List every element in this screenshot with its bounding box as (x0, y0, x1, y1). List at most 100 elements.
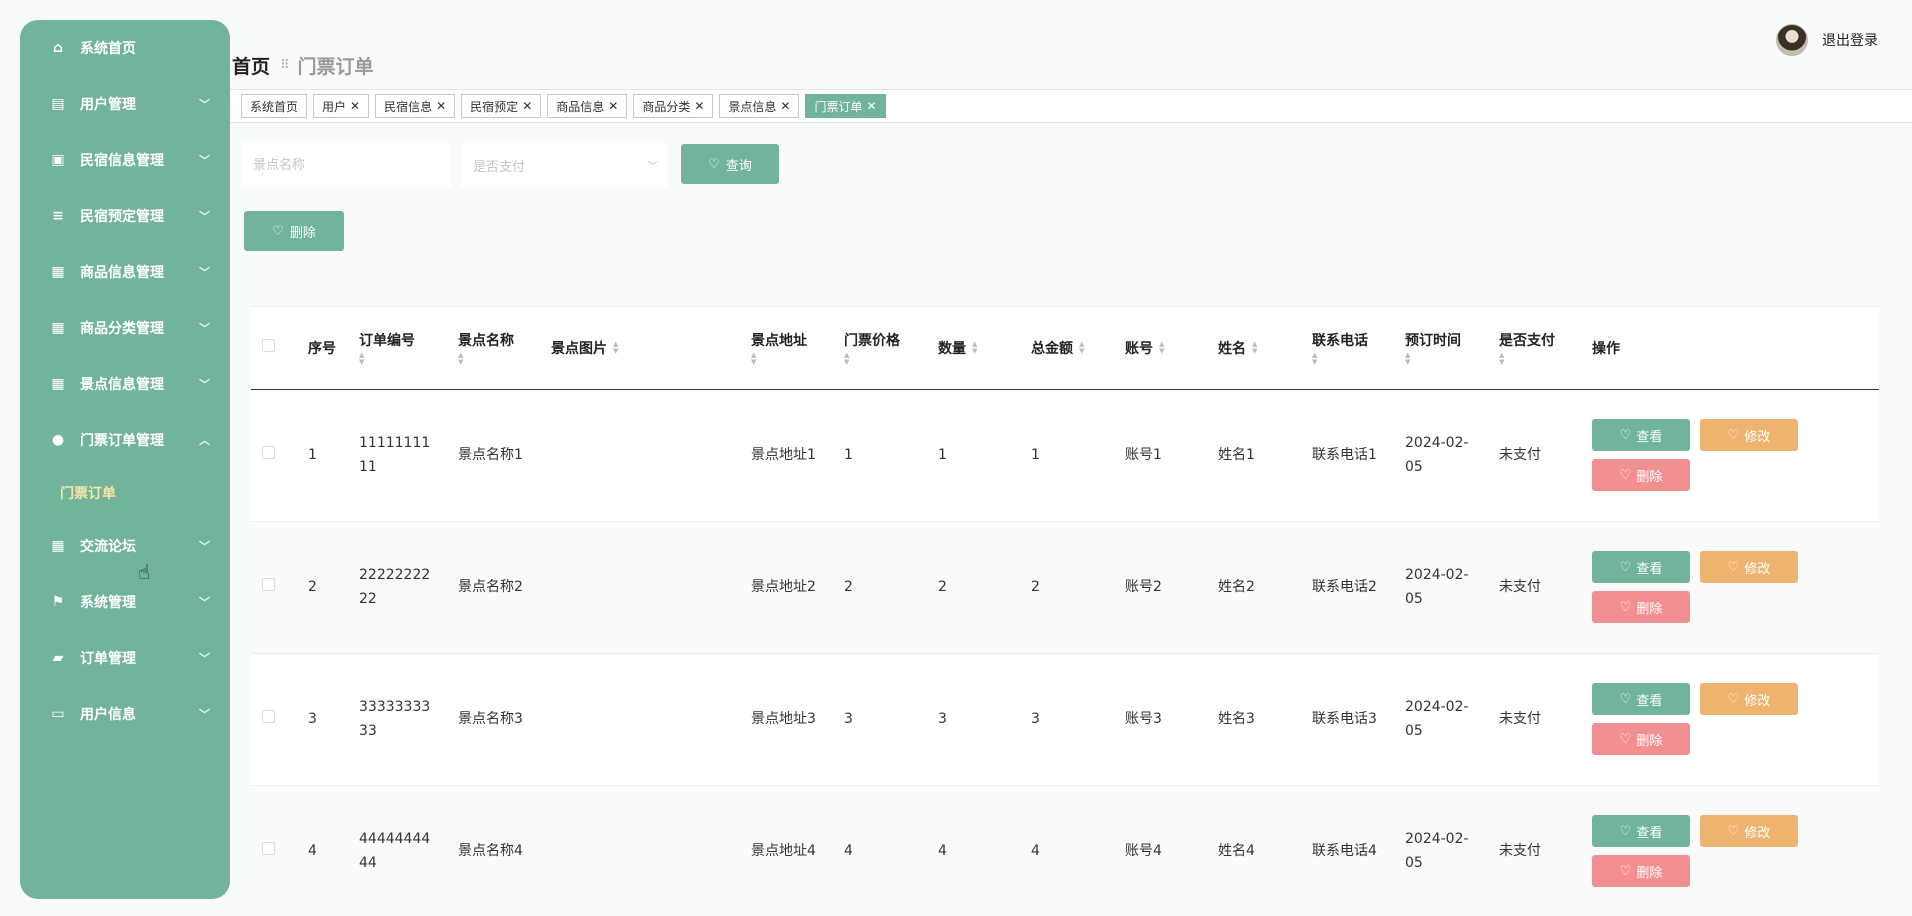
row-checkbox[interactable] (262, 842, 275, 855)
heart-icon: ♡ (1619, 691, 1632, 707)
tab[interactable]: 商品信息 ✕ (547, 94, 628, 118)
spot-name-input[interactable] (241, 143, 451, 187)
cell-quantity: 3 (938, 711, 947, 727)
cell-booking-time: 2024-02-05 (1405, 435, 1469, 475)
header-spot-address: 景点地址 (751, 332, 807, 349)
clipboard-check-icon: ▣ (51, 152, 65, 168)
cell-ticket-price: 4 (844, 843, 853, 859)
close-icon[interactable]: ✕ (608, 99, 618, 113)
edit-button[interactable]: ♡ 修改 (1700, 815, 1798, 847)
sidebar-item[interactable]: ▦ 商品信息管理 ﹀ (20, 244, 230, 300)
sort-icon[interactable]: ▲ ▼ (751, 351, 844, 366)
sort-icon[interactable]: ▲ ▼ (1312, 351, 1405, 366)
paid-status-select[interactable]: 是否支付 ﹀ (461, 143, 668, 187)
close-icon[interactable]: ✕ (436, 99, 446, 113)
heart-icon: ♡ (1727, 823, 1740, 839)
sidebar-item-label: 系统管理 (80, 595, 136, 611)
cell-order-no: 2222222222 (359, 567, 431, 607)
sidebar-item[interactable]: ▰ 订单管理 ﹀ (20, 630, 230, 686)
tab[interactable]: 门票订单 ✕ (805, 94, 886, 118)
edit-button[interactable]: ♡ 修改 (1700, 551, 1798, 583)
sort-icon[interactable]: ▲ ▼ (458, 351, 551, 366)
sort-icon[interactable]: ▲ ▼ (972, 340, 977, 355)
row-checkbox[interactable] (262, 710, 275, 723)
view-button[interactable]: ♡ 查看 (1592, 551, 1690, 583)
close-icon[interactable]: ✕ (694, 99, 704, 113)
sidebar-item[interactable]: ▦ 商品分类管理 ﹀ (20, 300, 230, 356)
logout-link[interactable]: 退出登录 (1822, 30, 1878, 50)
sidebar-item[interactable]: ⌂ 系统首页 (20, 20, 230, 76)
header-paid: 是否支付 (1499, 332, 1555, 349)
delete-button[interactable]: ♡ 删除 (1592, 459, 1690, 491)
header-spot-name: 景点名称 (458, 332, 514, 349)
row-checkbox[interactable] (262, 446, 275, 459)
submenu-item-ticket-orders[interactable]: 门票订单 (20, 468, 230, 518)
sort-icon[interactable]: ▲ ▼ (613, 340, 618, 355)
view-button-label: 查看 (1636, 561, 1663, 577)
header-name: 姓名 (1218, 340, 1246, 357)
breadcrumb-home[interactable]: 首页 (232, 52, 270, 79)
chevron-down-icon: ﹀ (199, 378, 210, 391)
sort-icon[interactable]: ▲ ▼ (1079, 340, 1084, 355)
mouse-cursor-icon: ☝ (138, 560, 151, 584)
sort-icon[interactable]: ▲ ▼ (359, 351, 458, 366)
cell-order-no: 3333333333 (359, 699, 431, 739)
sidebar-item[interactable]: ▦ 景点信息管理 ﹀ (20, 356, 230, 412)
lightbulb-icon: ● (51, 432, 65, 448)
close-icon[interactable]: ✕ (522, 99, 532, 113)
sidebar-item[interactable]: ▤ 用户管理 ﹀ (20, 76, 230, 132)
heart-icon: ♡ (1727, 559, 1740, 575)
sidebar-item-label: 民宿预定管理 (80, 209, 164, 225)
sort-icon[interactable]: ▲ ▼ (1159, 340, 1164, 355)
delete-button-label: 删除 (1636, 865, 1663, 881)
cell-spot-address: 景点地址3 (751, 711, 816, 727)
row-checkbox[interactable] (262, 578, 275, 591)
tab[interactable]: 民宿预定 ✕ (461, 94, 542, 118)
heart-icon: ♡ (1619, 427, 1632, 443)
view-button[interactable]: ♡ 查看 (1592, 683, 1690, 715)
sort-icon[interactable]: ▲ ▼ (844, 351, 938, 366)
sort-icon[interactable]: ▲ ▼ (1499, 351, 1592, 366)
sidebar-item[interactable]: ⚑ 系统管理 ﹀ (20, 574, 230, 630)
breadcrumb: 首页 ⠿ 门票订单 (232, 52, 374, 79)
sidebar-item[interactable]: ● 门票订单管理 ︿ (20, 412, 230, 468)
sort-icon[interactable]: ▲ ▼ (1252, 340, 1257, 355)
tab[interactable]: 民宿信息 ✕ (375, 94, 456, 118)
orders-table: 序号 订单编号 ▲ ▼ 景点名称 ▲ ▼ 景点图片 ▲ ▼ 景点地址 ▲ ▼ 门票价格 ▲ ▼ 数量… (251, 306, 1879, 916)
view-button[interactable]: ♡ 查看 (1592, 419, 1690, 451)
heart-icon: ♡ (272, 223, 284, 239)
delete-button[interactable]: ♡ 删除 (1592, 723, 1690, 755)
close-icon[interactable]: ✕ (867, 99, 877, 113)
cell-phone: 联系电话4 (1312, 843, 1377, 859)
chevron-down-icon: ﹀ (199, 210, 210, 223)
sidebar-item-label: 民宿信息管理 (80, 153, 164, 169)
query-button[interactable]: ♡ 查询 (681, 144, 779, 184)
delete-button[interactable]: ♡ 删除 (1592, 855, 1690, 887)
sort-icon[interactable]: ▲ ▼ (1405, 351, 1499, 366)
edit-button[interactable]: ♡ 修改 (1700, 683, 1798, 715)
header-actions: 操作 (1592, 340, 1620, 357)
delete-button[interactable]: ♡ 删除 (1592, 591, 1690, 623)
tab-label: 用户 (322, 99, 347, 114)
tab[interactable]: 用户 ✕ (313, 94, 370, 118)
sidebar-item[interactable]: ▭ 用户信息 ﹀ (20, 686, 230, 742)
sidebar-item[interactable]: ≡ 民宿预定管理 ﹀ (20, 188, 230, 244)
sidebar-item[interactable]: ▣ 民宿信息管理 ﹀ (20, 132, 230, 188)
avatar[interactable] (1776, 24, 1808, 56)
edit-button[interactable]: ♡ 修改 (1700, 419, 1798, 451)
close-icon[interactable]: ✕ (780, 99, 790, 113)
sidebar-item[interactable]: ▦ 交流论坛 ﹀ (20, 518, 230, 574)
table-body: 1 1111111111 景点名称1 景点地址1 1 1 1 账号1 姓名1 联系电话1 2024-… (251, 389, 1879, 916)
heart-icon: ♡ (1619, 731, 1632, 747)
view-button[interactable]: ♡ 查看 (1592, 815, 1690, 847)
batch-delete-button[interactable]: ♡ 删除 (244, 211, 344, 251)
select-all-checkbox[interactable] (262, 339, 275, 353)
tab[interactable]: 景点信息 ✕ (719, 94, 800, 118)
tab[interactable]: 商品分类 ✕ (633, 94, 714, 118)
batch-delete-label: 删除 (289, 225, 316, 241)
tab[interactable]: 系统首页 (241, 94, 308, 118)
cell-index: 1 (308, 447, 317, 463)
sidebar-item-label: 景点信息管理 (80, 377, 164, 393)
cell-index: 3 (308, 711, 317, 727)
close-icon[interactable]: ✕ (350, 99, 360, 113)
